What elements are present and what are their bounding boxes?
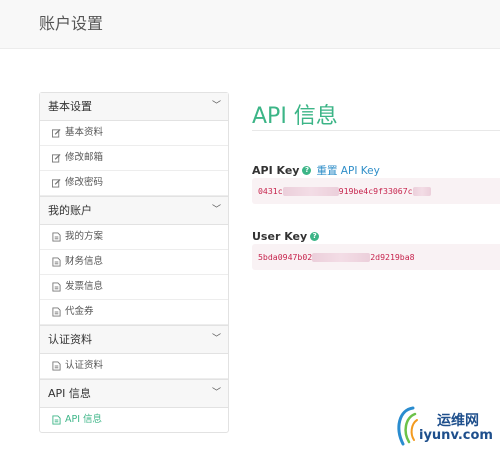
edit-icon [52, 178, 61, 188]
sidebar-item-label: 修改邮箱 [65, 152, 104, 163]
api-key-value-suffix: 919be4c9f33067c [338, 186, 413, 196]
sidebar-item-change-email[interactable]: 修改邮箱 [40, 146, 228, 171]
chevron-down-icon: ﹀ [211, 388, 221, 398]
chevron-down-icon: ﹀ [211, 101, 221, 111]
file-icon [52, 282, 61, 292]
sidebar-item-invoice-info[interactable]: 发票信息 [40, 275, 228, 300]
sidebar-item-label: 基本资料 [65, 127, 104, 138]
help-icon[interactable]: ? [310, 232, 320, 241]
sidebar-item-label: API 信息 [65, 414, 103, 425]
sidebar-item-label: 我的方案 [65, 231, 104, 242]
sidebar-item-label: 修改密码 [65, 177, 104, 188]
user-key-value: 5bda0947b02 2d9219ba8 [252, 244, 500, 270]
api-key-value-prefix: 0431c [258, 186, 283, 196]
api-key-label: API Key [252, 164, 300, 177]
redacted-mask [312, 253, 371, 262]
file-icon [52, 232, 61, 242]
site-watermark: 运维网 iyunv.com [393, 404, 500, 455]
redacted-mask [412, 187, 431, 196]
sidebar-group-api-info[interactable]: API 信息 ﹀ [40, 379, 228, 408]
sidebar-group-verification[interactable]: 认证资料 ﹀ [40, 325, 228, 354]
file-icon [52, 361, 61, 371]
sidebar-item-my-plan[interactable]: 我的方案 [40, 225, 228, 250]
user-key-value-prefix: 5bda0947b02 [258, 252, 313, 262]
help-icon[interactable]: ? [302, 166, 312, 175]
file-icon [52, 415, 61, 425]
sidebar-group-my-account[interactable]: 我的账户 ﹀ [40, 196, 228, 225]
sidebar-item-change-password[interactable]: 修改密码 [40, 171, 228, 196]
sidebar-group-label: 认证资料 [48, 333, 92, 346]
page-title: 账户设置 [39, 14, 104, 33]
watermark-url: iyunv.com [419, 428, 493, 443]
sidebar-item-basic-info[interactable]: 基本资料 [40, 121, 228, 146]
redacted-mask [282, 187, 339, 196]
sidebar-item-label: 发票信息 [65, 281, 104, 292]
file-icon [52, 257, 61, 267]
sidebar-item-api-info[interactable]: API 信息 [40, 408, 228, 432]
reset-api-key-link[interactable]: 重置 API Key [316, 163, 379, 178]
top-header: 账户设置 [0, 0, 500, 49]
api-key-label-row: API Key ? 重置 API Key [252, 163, 380, 178]
sidebar-group-label: API 信息 [48, 387, 91, 400]
sidebar-group-label: 我的账户 [48, 204, 92, 217]
sidebar-item-verification-docs[interactable]: 认证资料 [40, 354, 228, 379]
edit-icon [52, 128, 61, 138]
sidebar-item-vouchers[interactable]: 代金券 [40, 300, 228, 325]
sidebar-item-label: 代金券 [65, 306, 94, 317]
settings-sidebar: 基本设置 ﹀ 基本资料 修改邮箱 修改密码 我的账户 ﹀ 我的方案 财务信息 发… [39, 92, 229, 433]
user-key-label-row: User Key ? [252, 230, 320, 243]
edit-icon [52, 153, 61, 163]
chevron-down-icon: ﹀ [211, 205, 221, 215]
sidebar-group-label: 基本设置 [48, 100, 92, 113]
chevron-down-icon: ﹀ [211, 334, 221, 344]
sidebar-group-basic-settings[interactable]: 基本设置 ﹀ [40, 93, 228, 121]
sidebar-item-financial-info[interactable]: 财务信息 [40, 250, 228, 275]
watermark-text: 运维网 [437, 413, 479, 429]
section-divider [252, 130, 500, 131]
section-title: API 信息 [252, 104, 338, 129]
sidebar-item-label: 财务信息 [65, 256, 104, 267]
sidebar-item-label: 认证资料 [65, 360, 104, 371]
user-key-label: User Key [252, 230, 308, 243]
api-key-value: 0431c 919be4c9f33067c [252, 178, 500, 204]
user-key-value-suffix: 2d9219ba8 [370, 252, 415, 262]
file-icon [52, 307, 61, 317]
